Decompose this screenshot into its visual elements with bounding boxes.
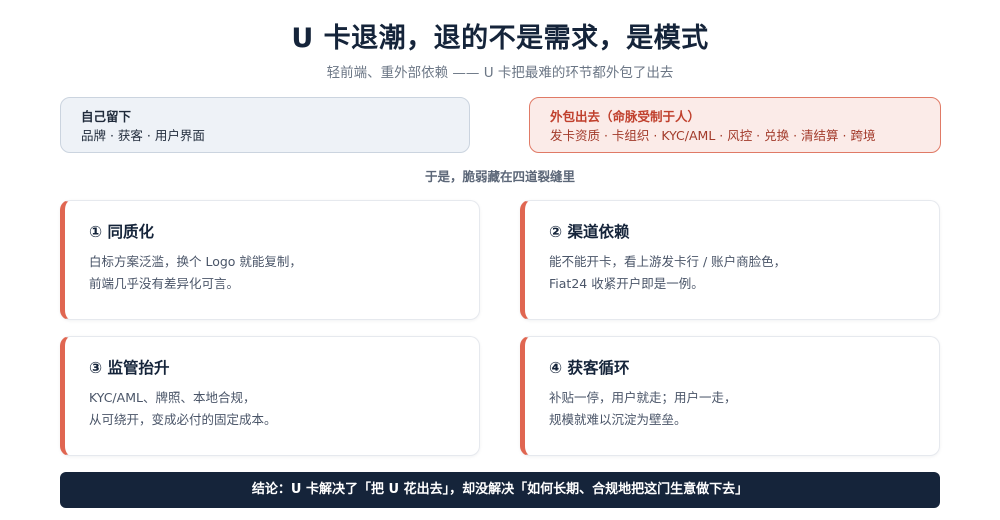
outsourced-box-title: 外包出去（命脉受制于人）: [550, 109, 701, 124]
card-text-line: 前端几乎没有差异化可言。: [89, 276, 240, 291]
card-title: ① 同质化: [89, 223, 155, 241]
card-text-line: Fiat24 收紧开户即是一例。: [549, 276, 704, 291]
card-text-line: 白标方案泛滥，换个 Logo 就能复制，: [89, 254, 302, 269]
card-text-line: 补贴一停，用户就走；用户一走，: [549, 390, 737, 405]
card-text-line: 规模就难以沉淀为壁垒。: [549, 412, 687, 427]
card-homogenization: ① 同质化 白标方案泛滥，换个 Logo 就能复制， 前端几乎没有差异化可言。: [60, 200, 480, 320]
card-title: ② 渠道依赖: [549, 223, 630, 241]
conclusion-banner: 结论：U 卡解决了「把 U 花出去」，却没解决「如何长期、合规地把这门生意做下去…: [60, 472, 940, 508]
card-regulation-rise: ③ 监管抬升 KYC/AML、牌照、本地合规， 从可绕开，变成必付的固定成本。: [60, 336, 480, 456]
transition-text: 于是，脆弱藏在四道裂缝里: [424, 169, 575, 184]
outsourced-box: 外包出去（命脉受制于人） 发卡资质 · 卡组织 · KYC/AML · 风控 ·…: [529, 97, 941, 153]
card-text-line: 能不能开卡，看上游发卡行 / 账户商脸色，: [549, 254, 787, 269]
card-text-line: KYC/AML、牌照、本地合规，: [89, 390, 256, 405]
card-title: ④ 获客循环: [549, 359, 630, 377]
card-acquisition-loop: ④ 获客循环 补贴一停，用户就走；用户一走， 规模就难以沉淀为壁垒。: [520, 336, 940, 456]
kept-box-title: 自己留下: [81, 109, 132, 124]
page-subtitle: 轻前端、重外部依赖 —— U 卡把最难的环节都外包了出去: [326, 65, 674, 81]
card-channel-dependency: ② 渠道依赖 能不能开卡，看上游发卡行 / 账户商脸色， Fiat24 收紧开户…: [520, 200, 940, 320]
kept-box: 自己留下 品牌 · 获客 · 用户界面: [60, 97, 470, 153]
outsourced-box-items: 发卡资质 · 卡组织 · KYC/AML · 风控 · 兑换 · 清结算 · 跨…: [550, 128, 876, 143]
card-title: ③ 监管抬升: [89, 359, 170, 377]
card-text-line: 从可绕开，变成必付的固定成本。: [89, 412, 277, 427]
page-title: U 卡退潮，退的不是需求，是模式: [291, 23, 709, 54]
kept-box-items: 品牌 · 获客 · 用户界面: [81, 128, 205, 143]
